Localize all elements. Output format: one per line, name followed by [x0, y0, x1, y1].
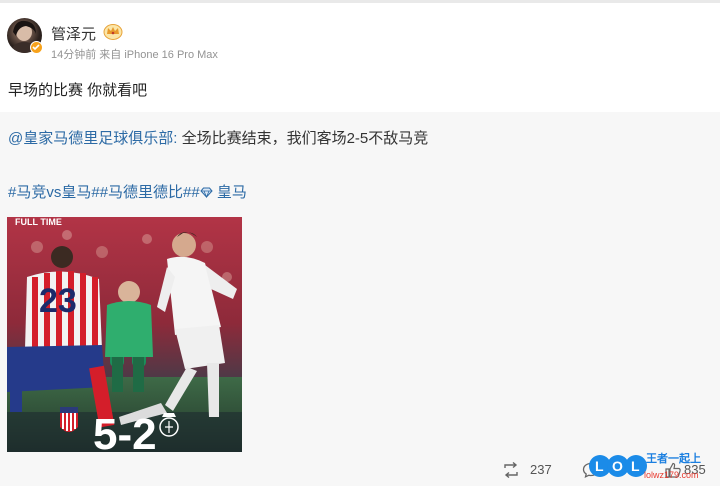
- hashtag-real-madrid[interactable]: # 皇马: [191, 184, 247, 201]
- repost-icon[interactable]: [502, 462, 520, 478]
- hashtags: #马竞vs皇马##马德里德比## 皇马: [8, 181, 247, 202]
- svg-text:23: 23: [39, 282, 77, 320]
- watermark-brand: 王者一起上: [646, 453, 701, 465]
- svg-text:FULL TIME: FULL TIME: [15, 217, 62, 227]
- username[interactable]: 管泽元: [51, 23, 96, 44]
- match-photo[interactable]: 23 FULL TIME 5-2: [7, 217, 242, 452]
- post-meta: 14分钟前 来自 iPhone 16 Pro Max: [51, 49, 218, 61]
- repost-content: 全场比赛结束，我们客场2-5不敌马竞: [177, 130, 429, 147]
- repost-text: @皇家马德里足球俱乐部: 全场比赛结束，我们客场2-5不敌马竞: [8, 127, 428, 148]
- top-border: [0, 0, 720, 3]
- svg-text:L: L: [631, 458, 640, 474]
- hashtag-madrid-derby[interactable]: #马德里德比#: [100, 184, 192, 201]
- diamond-icon: [200, 187, 213, 198]
- post-text: 早场的比赛 你就看吧: [8, 82, 148, 99]
- photo-score: 5-2: [93, 410, 157, 452]
- verified-badge-icon: [30, 41, 43, 54]
- watermark-url: lolwz179.com: [644, 470, 699, 480]
- hashtag-real-madrid-label: 皇马: [212, 184, 247, 201]
- mention-link[interactable]: @皇家马德里足球俱乐部: [8, 130, 173, 147]
- hashtag-derby-match[interactable]: #马竞vs皇马#: [8, 184, 100, 201]
- svg-text:L: L: [595, 458, 604, 474]
- crown-icon[interactable]: [103, 23, 123, 40]
- repost-count[interactable]: 237: [530, 462, 552, 477]
- svg-text:O: O: [612, 458, 623, 474]
